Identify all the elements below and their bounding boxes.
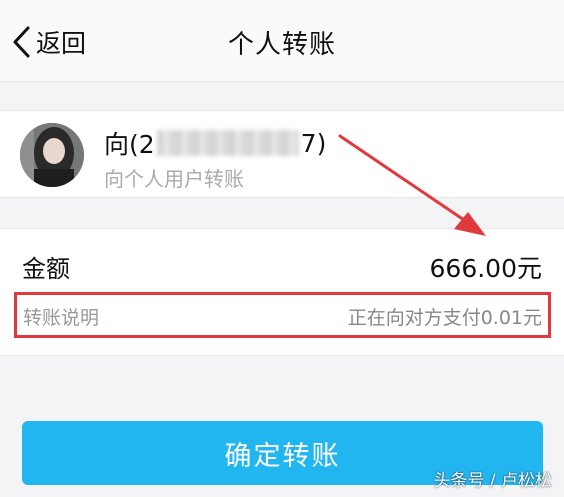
transfer-note-row: 转账说明 正在向对方支付0.01元 xyxy=(14,292,551,338)
recipient-subtitle: 向个人用户转账 xyxy=(104,167,244,191)
avatar xyxy=(20,123,84,187)
page-title: 个人转账 xyxy=(227,30,336,60)
recipient-card: 向(2 7) 向个人用户转账 xyxy=(0,110,564,198)
recipient-name-suffix: 7) xyxy=(300,128,327,158)
redacted-account-id xyxy=(156,130,299,156)
watermark: 头条号 / 卢松松 xyxy=(433,471,552,491)
nav-bar: 返回 个人转账 xyxy=(0,0,564,82)
amount-card: 金额 666.00元 转账说明 正在向对方支付0.01元 xyxy=(0,228,564,356)
transfer-note-value: 正在向对方支付0.01元 xyxy=(347,307,542,329)
amount-value: 666.00元 xyxy=(429,254,542,283)
transfer-note-label: 转账说明 xyxy=(23,307,100,329)
recipient-name-prefix: 向(2 xyxy=(104,130,155,159)
amount-label: 金额 xyxy=(22,255,70,283)
recipient-name: 向(2 7) xyxy=(104,125,326,161)
